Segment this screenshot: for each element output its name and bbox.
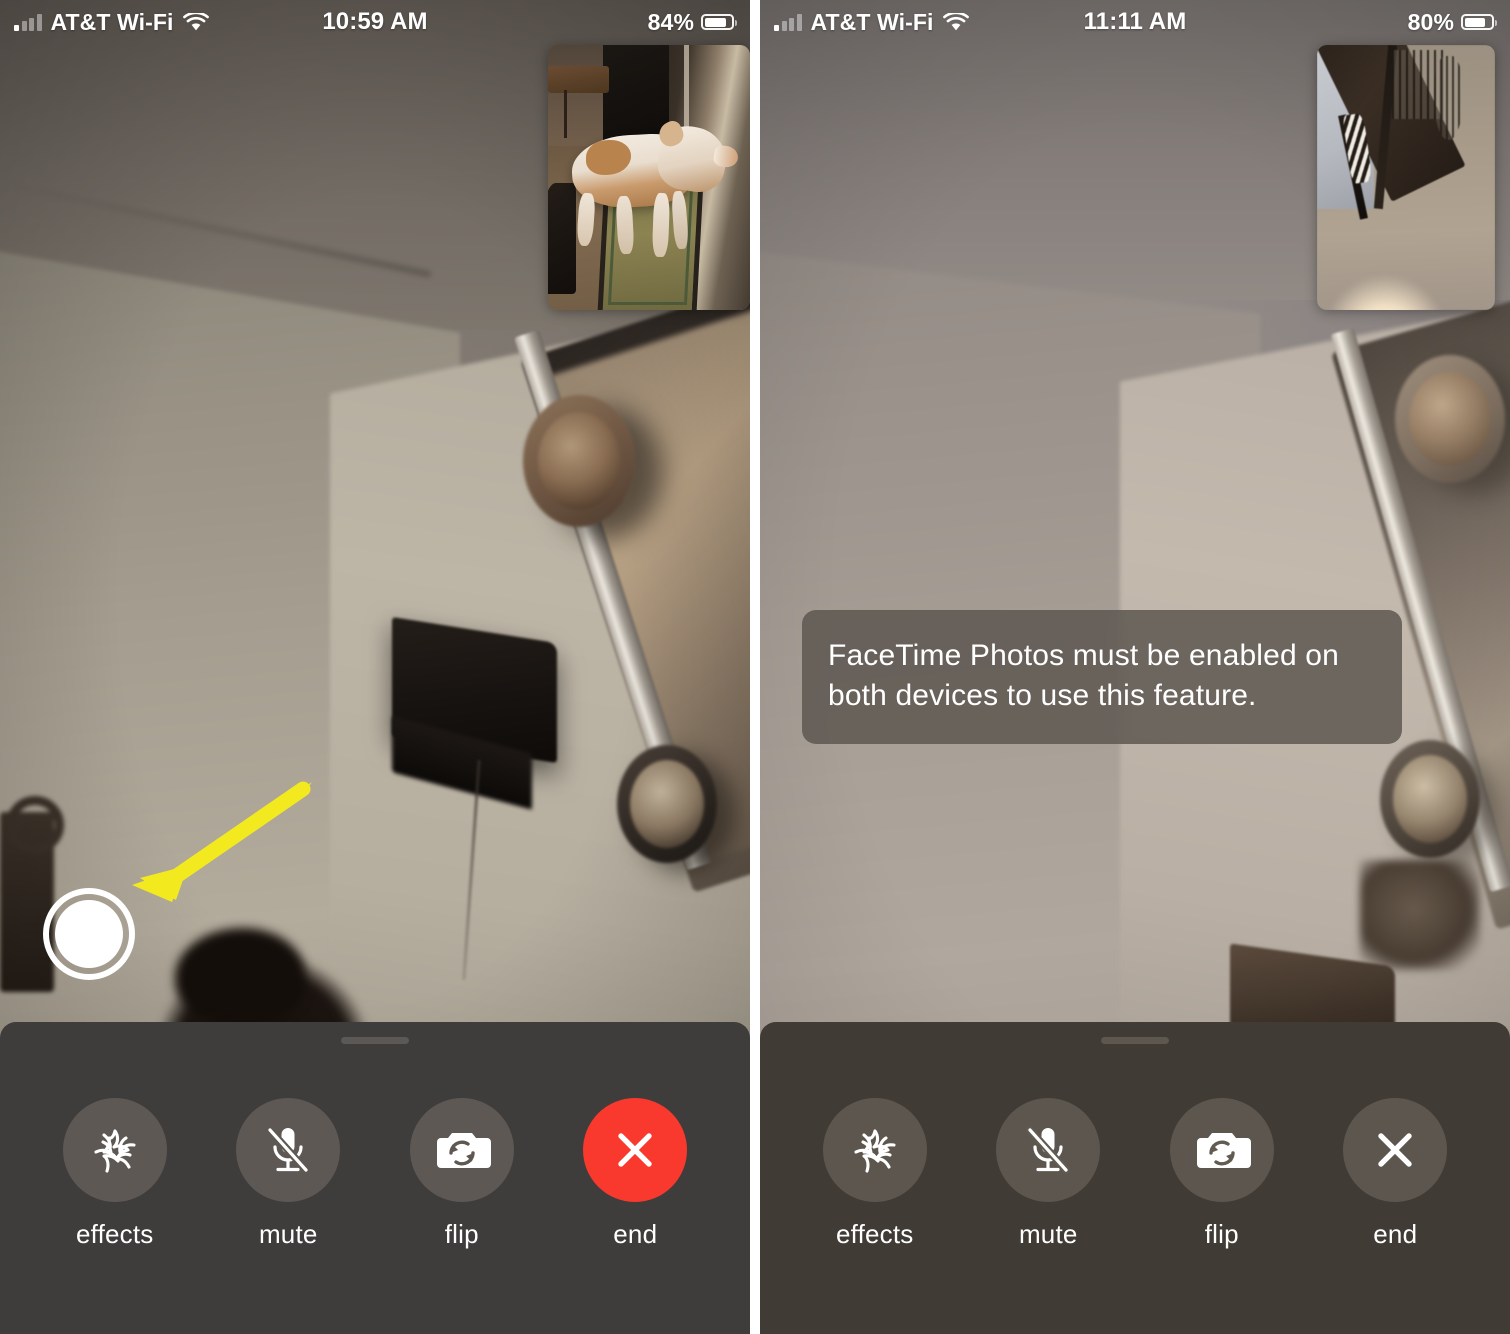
status-bar: AT&T Wi-Fi 10:59 AM 84% — [0, 0, 750, 44]
flip-button-bubble — [409, 1098, 514, 1202]
call-controls: effects mute flip end — [760, 1098, 1510, 1250]
effects-button[interactable]: effects — [56, 1098, 174, 1250]
effects-button-bubble — [62, 1098, 167, 1202]
pip-side-table — [548, 66, 609, 93]
cellular-bars-icon — [774, 13, 802, 31]
microphone-muted-icon — [1026, 1126, 1070, 1174]
carrier-label: AT&T Wi-Fi — [810, 8, 934, 35]
flip-button-bubble — [1169, 1098, 1274, 1202]
status-bar-left: AT&T Wi-Fi — [774, 9, 969, 36]
pip-table-leg — [564, 90, 568, 138]
pip-lamp-flare — [1320, 275, 1449, 310]
drag-handle[interactable] — [341, 1037, 409, 1044]
mute-button-label: mute — [258, 1219, 318, 1249]
flip-camera-button[interactable]: flip — [1163, 1098, 1281, 1250]
battery-icon — [701, 14, 737, 30]
camera-flip-icon — [436, 1133, 491, 1168]
carrier-label: AT&T Wi-Fi — [50, 8, 174, 35]
close-x-icon — [1378, 1133, 1412, 1167]
camera-flip-icon — [1196, 1133, 1251, 1168]
flip-button-label: flip — [444, 1219, 479, 1249]
effects-star-icon — [854, 1129, 896, 1173]
mute-button-bubble — [236, 1098, 341, 1202]
status-bar-left: AT&T Wi-Fi — [14, 9, 209, 36]
microphone-muted-icon — [266, 1126, 310, 1174]
facetime-screen-after: AT&T Wi-Fi 11:11 AM 80% FaceTime Photos … — [760, 0, 1510, 1334]
end-button-bubble — [583, 1098, 688, 1202]
facetime-screen-before: AT&T Wi-Fi 10:59 AM 84% effects mute fli… — [0, 0, 750, 1334]
call-controls: effects mute flip end — [0, 1098, 750, 1250]
status-bar-right: 80% — [1407, 8, 1497, 36]
flip-camera-button[interactable]: flip — [403, 1098, 521, 1250]
facetime-live-photo-shutter-button[interactable] — [43, 888, 135, 980]
flip-button-label: flip — [1204, 1219, 1239, 1249]
pip-chair — [548, 182, 577, 295]
mute-button-label: mute — [1018, 1219, 1078, 1249]
effects-button[interactable]: effects — [816, 1098, 934, 1250]
mute-button-bubble — [996, 1098, 1101, 1202]
battery-percent-label: 80% — [1407, 8, 1454, 35]
mute-button[interactable]: mute — [229, 1098, 347, 1250]
wifi-icon — [182, 12, 209, 32]
shutter-core — [55, 900, 123, 968]
effects-button-bubble — [822, 1098, 927, 1202]
battery-icon — [1461, 14, 1497, 30]
screenshot-comparison: AT&T Wi-Fi 10:59 AM 84% effects mute fli… — [0, 0, 1510, 1334]
self-view-image — [548, 45, 750, 310]
mute-button[interactable]: mute — [989, 1098, 1107, 1250]
facetime-photos-alert: FaceTime Photos must be enabled on both … — [802, 610, 1402, 744]
self-view-image — [1317, 45, 1495, 310]
self-view-thumbnail[interactable] — [548, 45, 750, 310]
call-controls-tray: effects mute flip end — [0, 1022, 750, 1334]
panel-divider — [750, 0, 760, 1334]
close-x-icon — [618, 1133, 652, 1167]
self-view-thumbnail[interactable] — [1317, 45, 1495, 310]
pip-background-cage — [1434, 55, 1463, 141]
effects-star-icon — [94, 1129, 136, 1173]
call-controls-tray: effects mute flip end — [760, 1022, 1510, 1334]
end-call-button[interactable]: end — [576, 1098, 694, 1250]
effects-button-label: effects — [835, 1219, 914, 1249]
status-bar: AT&T Wi-Fi 11:11 AM 80% — [760, 0, 1510, 44]
drag-handle[interactable] — [1101, 1037, 1169, 1044]
end-call-button[interactable]: end — [1336, 1098, 1454, 1250]
status-bar-right: 84% — [647, 8, 737, 36]
end-button-label: end — [613, 1219, 658, 1249]
wifi-icon — [942, 12, 969, 32]
effects-button-label: effects — [75, 1219, 154, 1249]
end-button-bubble — [1343, 1098, 1448, 1202]
end-button-label: end — [1373, 1219, 1418, 1249]
battery-percent-label: 84% — [647, 8, 694, 35]
cellular-bars-icon — [14, 13, 42, 31]
